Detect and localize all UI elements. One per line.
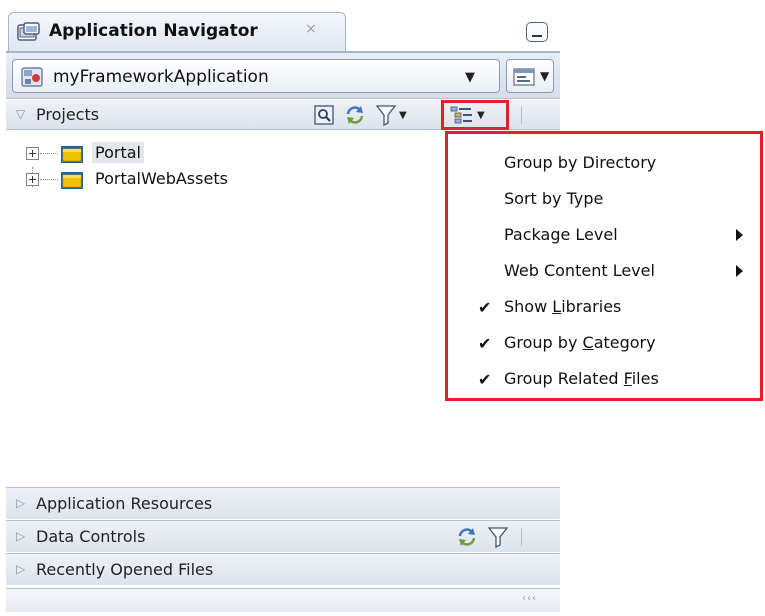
- menu-item-group-related-files[interactable]: ✔ Group Related Files: [448, 364, 760, 398]
- menu-item-label: Sort by Type: [504, 189, 604, 208]
- collapsed-triangle-icon: ▷: [16, 529, 26, 543]
- close-icon[interactable]: ×: [305, 21, 317, 37]
- display-options-menu: Group by Directory Sort by Type Package …: [445, 131, 763, 401]
- menu-item-sort-by-type[interactable]: Sort by Type: [448, 184, 760, 218]
- toolbar-separator: [521, 528, 522, 546]
- submenu-arrow-icon: [736, 229, 743, 241]
- application-icon: [21, 67, 43, 87]
- refresh-icon[interactable]: [344, 104, 366, 126]
- tree-node-label: Portal: [92, 142, 144, 163]
- chevron-down-icon: ▼: [465, 70, 475, 85]
- menu-item-label: Package Level: [504, 225, 618, 244]
- tab-strip: Application Navigator ×: [6, 8, 560, 52]
- menu-item-group-by-category[interactable]: ✔ Group by Category: [448, 328, 760, 362]
- chevron-down-icon: ▼: [540, 69, 550, 83]
- expanded-triangle-icon: ▽: [16, 107, 26, 121]
- submenu-arrow-icon: [736, 265, 743, 277]
- expand-icon[interactable]: [26, 173, 39, 186]
- tree-node-label: PortalWebAssets: [95, 169, 228, 188]
- menu-item-group-by-directory[interactable]: Group by Directory: [448, 148, 760, 182]
- menu-item-label: Group Related Files: [504, 369, 659, 388]
- tree-connector: [40, 153, 58, 154]
- application-selector-row: myFrameworkApplication ▼ ▼: [6, 53, 560, 99]
- tab-title: Application Navigator: [49, 21, 258, 41]
- projects-label: Projects: [36, 105, 100, 124]
- application-menu-icon: [513, 68, 535, 86]
- application-name: myFrameworkApplication: [53, 67, 269, 87]
- minimize-button[interactable]: [526, 22, 548, 42]
- menu-item-package-level[interactable]: Package Level: [448, 220, 760, 254]
- tree-connector: [40, 179, 58, 180]
- folder-icon: [61, 146, 83, 163]
- application-menu-button[interactable]: ▼: [506, 59, 554, 93]
- tab-application-navigator[interactable]: Application Navigator ×: [8, 12, 346, 52]
- search-icon[interactable]: [314, 105, 334, 125]
- collapsed-triangle-icon: ▷: [16, 562, 26, 576]
- projects-header[interactable]: ▽ Projects ▼ ▼: [6, 100, 560, 130]
- menu-item-web-content-level[interactable]: Web Content Level: [448, 256, 760, 290]
- menu-item-show-libraries[interactable]: ✔ Show Libraries: [448, 292, 760, 326]
- menu-item-label: Web Content Level: [504, 261, 655, 280]
- toolbar-separator: [521, 106, 522, 124]
- refresh-icon[interactable]: [456, 526, 478, 548]
- display-options-highlight: [441, 100, 509, 130]
- chevron-down-icon[interactable]: ▼: [399, 110, 407, 121]
- accordion-application-resources[interactable]: ▷ Application Resources: [6, 487, 560, 519]
- collapsed-triangle-icon: ▷: [16, 496, 26, 510]
- filter-icon[interactable]: [376, 104, 396, 126]
- application-combobox[interactable]: myFrameworkApplication ▼: [12, 59, 500, 93]
- tree-node-portal[interactable]: Portal: [26, 141, 326, 167]
- accordion-label: Data Controls: [36, 527, 146, 546]
- menu-item-label: Group by Directory: [504, 153, 657, 172]
- filter-icon[interactable]: [488, 526, 508, 548]
- checkmark-icon: ✔: [478, 298, 492, 317]
- expand-icon[interactable]: [26, 147, 39, 160]
- folder-icon: [61, 172, 83, 189]
- collapse-arrows-icon[interactable]: ‹‹‹: [522, 593, 537, 604]
- application-navigator-icon: [17, 22, 40, 41]
- checkmark-icon: ✔: [478, 370, 492, 389]
- checkmark-icon: ✔: [478, 334, 492, 353]
- accordion-label: Application Resources: [36, 494, 213, 513]
- menu-item-label: Show Libraries: [504, 297, 622, 316]
- menu-item-label: Group by Category: [504, 333, 656, 352]
- accordion-label: Recently Opened Files: [36, 560, 214, 579]
- panel-status-bar: ‹‹‹: [6, 588, 560, 612]
- accordion-data-controls[interactable]: ▷ Data Controls: [6, 520, 560, 552]
- tree-node-portalwebassets[interactable]: PortalWebAssets: [26, 167, 346, 193]
- accordion-recently-opened-files[interactable]: ▷ Recently Opened Files: [6, 553, 560, 585]
